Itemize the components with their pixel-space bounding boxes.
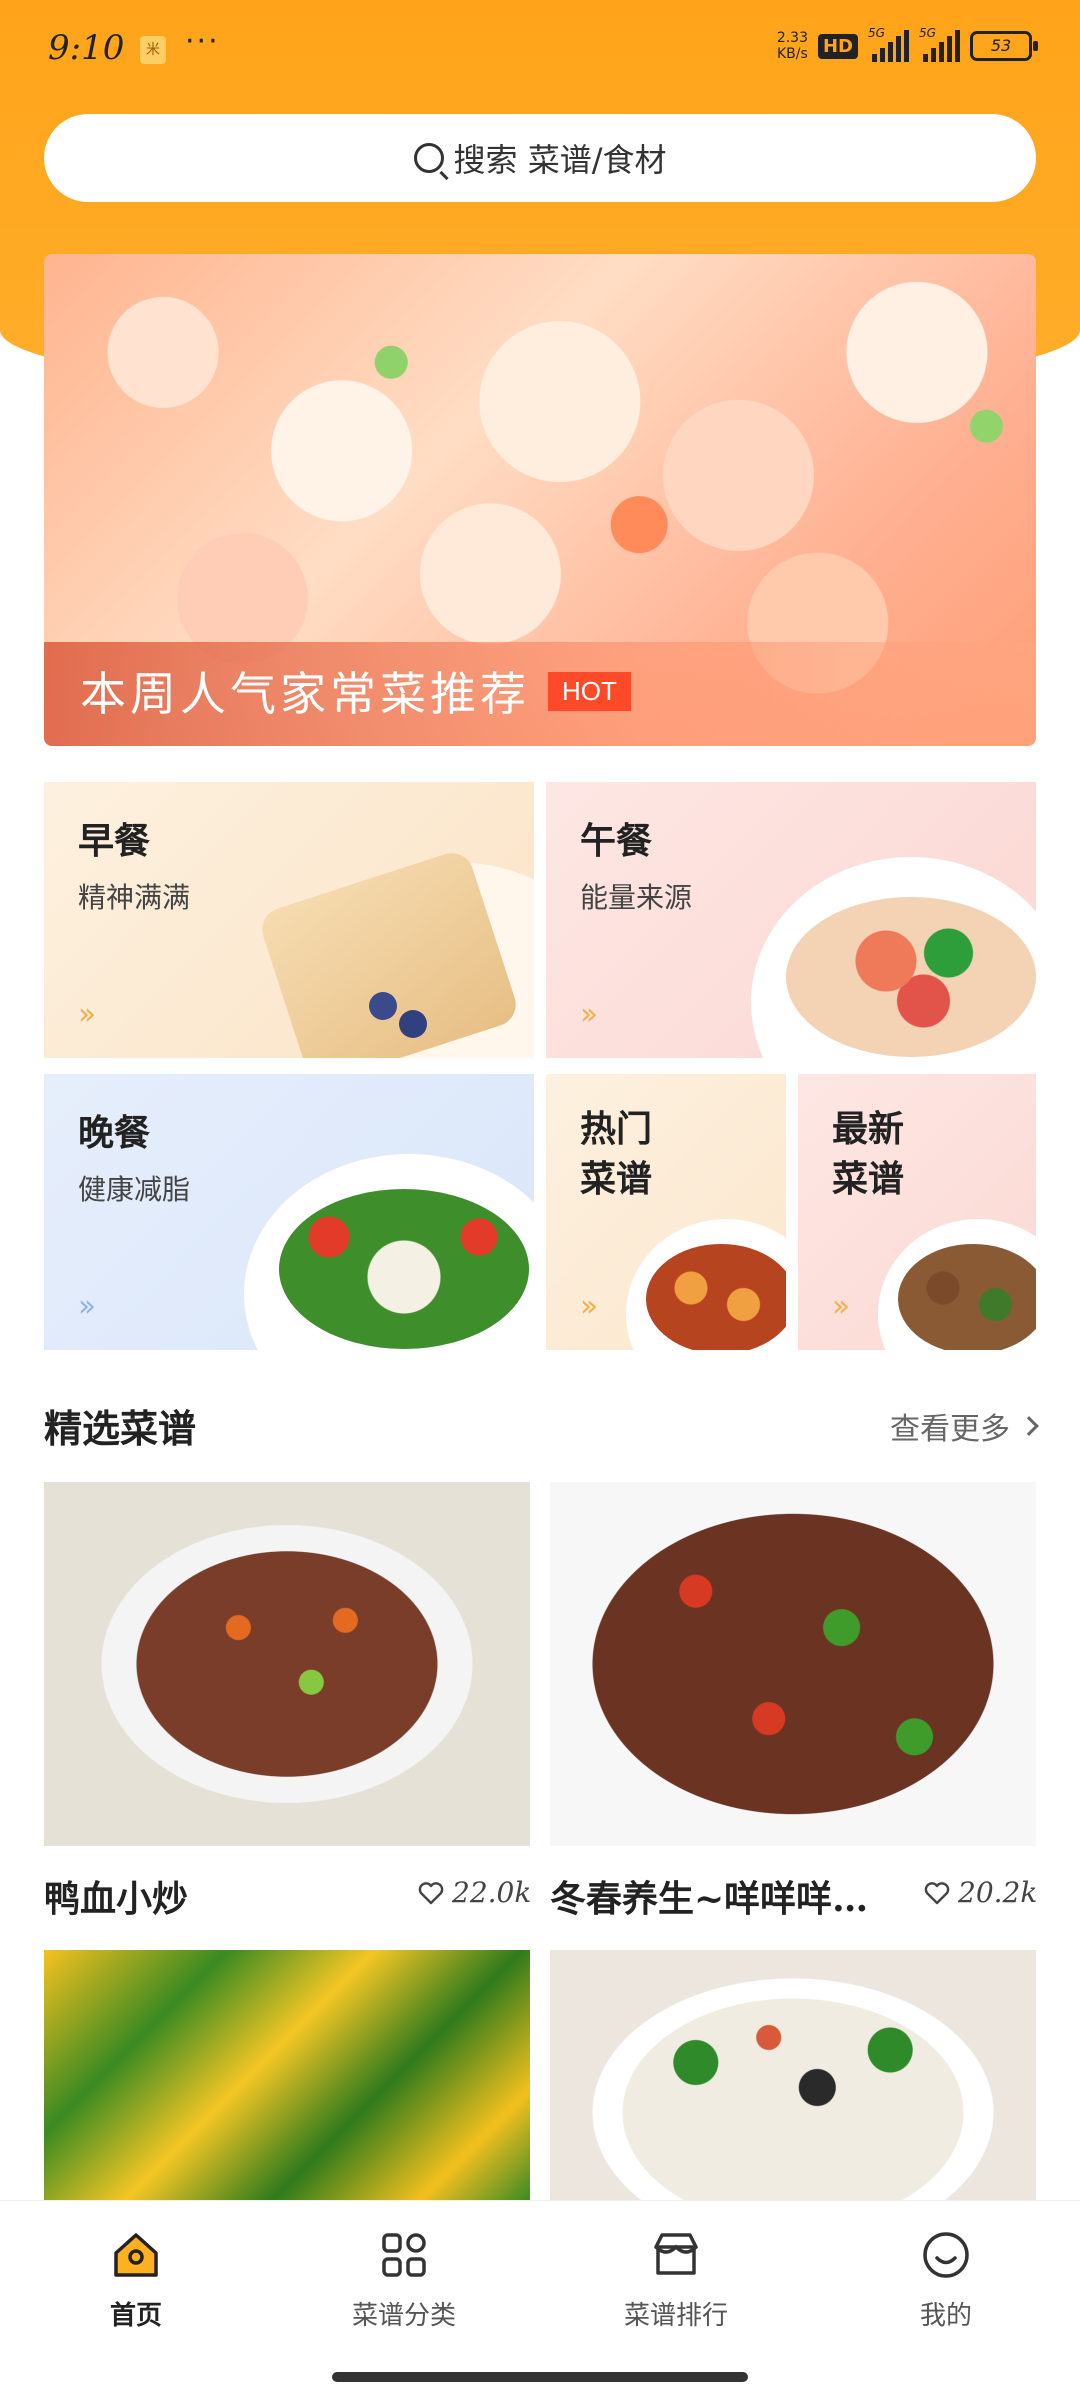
double-chevron-icon: ›› bbox=[832, 1289, 850, 1324]
signal-icon-2: 5G bbox=[919, 26, 960, 62]
bottom-navigation: 首页 菜谱分类 菜谱排行 我的 bbox=[0, 2200, 1080, 2400]
gesture-home-bar[interactable] bbox=[332, 2372, 748, 2382]
banner-title: 本周人气家常菜推荐 HOT bbox=[80, 658, 631, 724]
recipe-home-screen: 9:10 米 ··· 2.33 KB/s HD 5G 5G 53 搜索 菜谱/食… bbox=[0, 0, 1080, 2400]
status-time: 9:10 bbox=[48, 28, 125, 68]
nav-label: 菜谱分类 bbox=[351, 2301, 456, 2331]
category-title: 早餐 bbox=[78, 820, 151, 862]
category-breakfast-card[interactable]: 早餐 精神满满 ›› bbox=[44, 782, 534, 1058]
double-chevron-icon: ›› bbox=[78, 997, 96, 1032]
nav-item-profile[interactable]: 我的 bbox=[846, 2227, 1046, 2332]
recipe-title[interactable]: 鸭血小炒 bbox=[44, 1870, 384, 1922]
search-bar[interactable]: 搜索 菜谱/食材 bbox=[44, 114, 1036, 202]
double-chevron-icon: ›› bbox=[580, 1289, 598, 1324]
network-speed-unit: KB/s bbox=[777, 46, 808, 62]
status-bar: 9:10 米 ··· 2.33 KB/s HD 5G 5G 53 bbox=[0, 0, 1080, 100]
recipe-likes[interactable]: 20.2k bbox=[924, 1876, 1037, 1909]
view-more-link[interactable]: 查看更多 bbox=[890, 1404, 1039, 1448]
category-lunch-card[interactable]: 午餐 能量来源 ›› bbox=[546, 782, 1036, 1058]
signal-label: 5G bbox=[868, 26, 885, 40]
recipe-likes[interactable]: 22.0k bbox=[418, 1876, 531, 1909]
banner-title-text: 本周人气家常菜推荐 bbox=[80, 667, 530, 721]
category-title: 晚餐 bbox=[78, 1112, 151, 1154]
chevron-right-icon bbox=[1019, 1416, 1039, 1436]
smile-icon bbox=[923, 2232, 969, 2278]
nav-label: 首页 bbox=[109, 2301, 162, 2331]
nav-item-ranking[interactable]: 菜谱排行 bbox=[576, 2227, 776, 2332]
nav-label: 菜谱排行 bbox=[623, 2301, 728, 2331]
blueberry-image bbox=[399, 1010, 427, 1038]
salad-image bbox=[279, 1189, 529, 1349]
category-title: 最新 菜谱 bbox=[832, 1108, 905, 1200]
signal-icon: 5G bbox=[868, 26, 909, 62]
noodle-dish-image bbox=[786, 897, 1036, 1057]
grid-icon bbox=[382, 2233, 426, 2277]
mapo-tofu-image bbox=[646, 1244, 786, 1350]
recipe-image-vegetable-stir-fry[interactable] bbox=[550, 1950, 1036, 2200]
network-speed-value: 2.33 bbox=[776, 30, 808, 46]
category-subtitle: 能量来源 bbox=[580, 881, 693, 914]
nav-item-categories[interactable]: 菜谱分类 bbox=[304, 2227, 504, 2332]
shop-icon bbox=[654, 2233, 698, 2275]
network-speed: 2.33 KB/s bbox=[777, 30, 808, 62]
category-hot-recipes-card[interactable]: 热门 菜谱 ›› bbox=[546, 1074, 786, 1350]
promo-banner[interactable]: 本周人气家常菜推荐 HOT bbox=[44, 254, 1036, 746]
recipe-image-duck-blood[interactable] bbox=[44, 1482, 530, 1846]
featured-section-title: 精选菜谱 bbox=[41, 1398, 197, 1453]
view-more-label: 查看更多 bbox=[890, 1412, 1010, 1447]
category-title: 热门 菜谱 bbox=[580, 1108, 653, 1200]
likes-count: 22.0k bbox=[452, 1876, 532, 1909]
category-subtitle: 精神满满 bbox=[78, 881, 191, 914]
double-chevron-icon: ›› bbox=[78, 1289, 96, 1324]
likes-count: 20.2k bbox=[958, 1876, 1038, 1909]
heart-icon bbox=[924, 1881, 950, 1905]
category-new-recipes-card[interactable]: 最新 菜谱 ›› bbox=[798, 1074, 1036, 1350]
search-placeholder: 搜索 菜谱/食材 bbox=[453, 141, 667, 179]
status-indicators: 2.33 KB/s HD 5G 5G 53 bbox=[777, 26, 1038, 62]
sim-icon: 米 bbox=[140, 36, 166, 64]
hd-icon: HD bbox=[817, 33, 858, 59]
hot-badge: HOT bbox=[548, 671, 631, 711]
stir-fry-image bbox=[898, 1244, 1036, 1350]
nav-item-home[interactable]: 首页 bbox=[36, 2227, 236, 2332]
overflow-icon: ··· bbox=[185, 24, 220, 59]
category-subtitle: 健康减脂 bbox=[78, 1173, 191, 1206]
search-icon bbox=[413, 143, 444, 173]
battery-icon: 53 bbox=[970, 31, 1038, 61]
signal-label-2: 5G bbox=[919, 26, 936, 40]
nav-label: 我的 bbox=[919, 2301, 972, 2331]
recipe-image-chive-egg[interactable] bbox=[44, 1950, 530, 2200]
recipe-image-beef-stir-fry[interactable] bbox=[550, 1482, 1036, 1846]
heart-icon bbox=[418, 1881, 444, 1905]
home-icon bbox=[114, 2233, 158, 2277]
featured-title-text: 精选菜谱 bbox=[44, 1406, 197, 1451]
category-title: 午餐 bbox=[580, 820, 653, 862]
blueberry-image bbox=[369, 992, 397, 1020]
double-chevron-icon: ›› bbox=[580, 997, 598, 1032]
category-dinner-card[interactable]: 晚餐 健康减脂 ›› bbox=[44, 1074, 534, 1350]
recipe-title[interactable]: 冬春养生~咩咩咩… bbox=[550, 1870, 895, 1922]
